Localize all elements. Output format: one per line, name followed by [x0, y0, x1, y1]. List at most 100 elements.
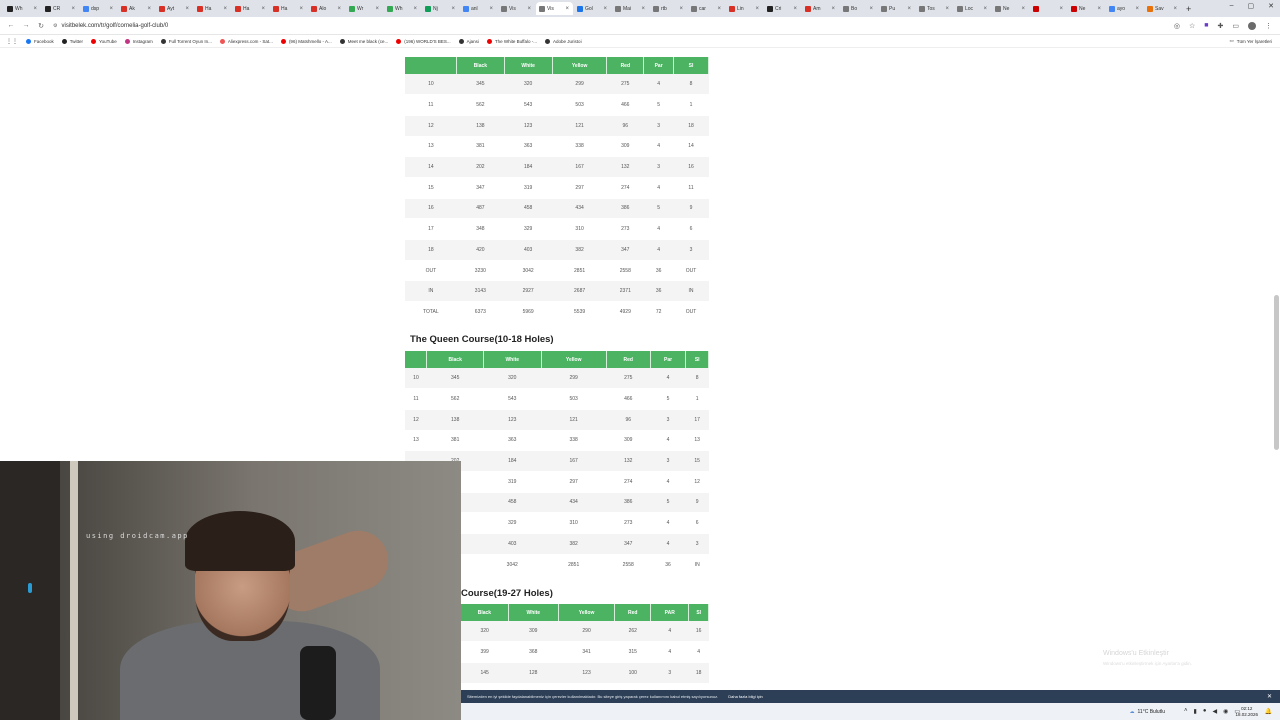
browser-tab[interactable]: anl × — [460, 2, 497, 15]
chevron-up-icon[interactable]: ˄ — [1184, 708, 1188, 715]
maximize-icon[interactable]: ▢ — [1248, 2, 1255, 10]
browser-tab[interactable]: Ne × — [992, 2, 1029, 15]
browser-tab[interactable]: Mai × — [612, 2, 649, 15]
bookmark-item[interactable]: Aliexpress.com - Sat... — [219, 38, 273, 44]
tab-close-icon[interactable]: × — [793, 6, 797, 12]
extension-icon[interactable]: ■ — [1204, 22, 1208, 29]
sidebar-icon[interactable]: ▭ — [1232, 22, 1239, 30]
tab-close-icon[interactable]: × — [603, 6, 607, 12]
notification-icon[interactable]: 🔔 — [1265, 708, 1272, 715]
tab-close-icon[interactable]: × — [641, 6, 645, 12]
browser-tab[interactable]: Tos × — [916, 2, 953, 15]
browser-tab[interactable]: Cri × — [764, 2, 801, 15]
tab-close-icon[interactable]: × — [1173, 6, 1177, 12]
browser-tab[interactable]: Ne × — [1068, 2, 1105, 15]
tab-close-icon[interactable]: × — [261, 6, 265, 12]
bookmark-item[interactable]: (196) WORLD'S BES... — [396, 38, 451, 44]
reload-icon[interactable]: ↻ — [37, 22, 45, 30]
tab-close-icon[interactable]: × — [147, 6, 151, 12]
bookmark-item[interactable]: (96) Matshmello - A... — [280, 38, 332, 44]
new-tab-button[interactable]: + — [1186, 4, 1191, 14]
bookmark-item[interactable]: Instagram — [124, 38, 153, 44]
site-info-icon[interactable]: ⚙ — [53, 23, 57, 29]
cookie-more-link[interactable]: Daha fazla bilgi için — [728, 694, 762, 699]
all-bookmarks[interactable]: ▭ Tüm Yer İşaretleri — [1229, 38, 1272, 44]
browser-tab[interactable]: CR × — [42, 2, 79, 15]
avatar[interactable] — [1248, 21, 1256, 30]
clock[interactable]: 02:12 18.02.2026 — [1235, 706, 1258, 718]
browser-tab[interactable]: Ayt × — [156, 2, 193, 15]
browser-tab[interactable]: Gol × — [574, 2, 611, 15]
bookmark-item[interactable]: Meet me black (ce... — [339, 38, 388, 44]
browser-tab[interactable]: ayo × — [1106, 2, 1143, 15]
tab-close-icon[interactable]: × — [717, 6, 721, 12]
browser-tab[interactable]: Ha × — [194, 2, 231, 15]
tab-close-icon[interactable]: × — [223, 6, 227, 12]
tab-close-icon[interactable]: × — [451, 6, 455, 12]
mic-icon[interactable]: ● — [1203, 708, 1207, 715]
browser-tab[interactable]: Ak × — [118, 2, 155, 15]
browser-tab[interactable]: Nj × — [422, 2, 459, 15]
tab-close-icon[interactable]: × — [527, 6, 531, 12]
menu-icon[interactable]: ⋮ — [1265, 22, 1272, 30]
weather-widget[interactable]: ☁ 11°C Bulutlu — [1130, 709, 1165, 715]
tab-close-icon[interactable]: × — [299, 6, 303, 12]
tab-close-icon[interactable]: × — [679, 6, 683, 12]
bookmark-item[interactable]: Full Torrent Oyun In... — [160, 38, 212, 44]
tab-close-icon[interactable]: × — [983, 6, 987, 12]
browser-tab[interactable]: Loc × — [954, 2, 991, 15]
browser-tab[interactable]: Wh × — [384, 2, 421, 15]
tab-close-icon[interactable]: × — [1097, 6, 1101, 12]
browser-tab[interactable]: Ha × — [270, 2, 307, 15]
tab-close-icon[interactable]: × — [1135, 6, 1139, 12]
browser-tab[interactable]: Ha × — [232, 2, 269, 15]
browser-tab[interactable]: Lin × — [726, 2, 763, 15]
tab-close-icon[interactable]: × — [945, 6, 949, 12]
tab-close-icon[interactable]: × — [869, 6, 873, 12]
browser-tab[interactable]: Alo × — [308, 2, 345, 15]
minimize-icon[interactable]: – — [1230, 2, 1234, 10]
tab-close-icon[interactable]: × — [109, 6, 113, 12]
bookmark-item[interactable]: Twitter — [61, 38, 83, 44]
bookmark-item[interactable]: YouTube — [91, 38, 117, 44]
browser-tab[interactable]: Pu × — [878, 2, 915, 15]
bookmark-item[interactable]: The White Buffalo -... — [486, 38, 537, 44]
browser-tab[interactable]: Sav × — [1144, 2, 1181, 15]
battery-icon[interactable]: ▮ — [1194, 708, 1197, 715]
bookmark-item[interactable]: Facebook — [26, 38, 54, 44]
tab-close-icon[interactable]: × — [71, 6, 75, 12]
tab-close-icon[interactable]: × — [831, 6, 835, 12]
tab-close-icon[interactable]: × — [907, 6, 911, 12]
browser-tab[interactable]: Bo × — [840, 2, 877, 15]
speaker-icon[interactable]: ◀ — [1212, 708, 1217, 715]
browser-tab[interactable]: Vis × — [536, 2, 573, 15]
tab-close-icon[interactable]: × — [489, 6, 493, 12]
browser-tab[interactable]: dsp × — [80, 2, 117, 15]
forward-icon[interactable]: → — [22, 22, 30, 29]
bookmark-item[interactable]: Ajansi — [458, 38, 479, 44]
puzzle-icon[interactable]: ✚ — [1218, 22, 1224, 30]
tab-close-icon[interactable]: × — [565, 6, 569, 12]
url-field[interactable]: ⚙ visitbelek.com/tr/golf/cornelia-golf-c… — [53, 23, 168, 29]
network-icon[interactable]: ◉ — [1223, 708, 1228, 715]
close-window-icon[interactable]: ✕ — [1268, 2, 1274, 10]
eye-off-icon[interactable]: ◎ — [1174, 22, 1180, 30]
tab-close-icon[interactable]: × — [337, 6, 341, 12]
browser-tab[interactable]: × — [1030, 2, 1067, 15]
browser-tab[interactable]: Am × — [802, 2, 839, 15]
star-icon[interactable]: ☆ — [1189, 22, 1195, 30]
bookmark-item[interactable]: Adobe Juristoi — [545, 38, 582, 44]
tab-close-icon[interactable]: × — [33, 6, 37, 12]
tab-close-icon[interactable]: × — [1059, 6, 1063, 12]
browser-tab[interactable]: Vis × — [498, 2, 535, 15]
page-scrollbar[interactable] — [1274, 295, 1279, 450]
browser-tab[interactable]: rtb × — [650, 2, 687, 15]
tab-close-icon[interactable]: × — [185, 6, 189, 12]
cookie-close-icon[interactable]: ✕ — [1267, 693, 1272, 700]
tab-close-icon[interactable]: × — [413, 6, 417, 12]
browser-tab[interactable]: Wr × — [346, 2, 383, 15]
tab-close-icon[interactable]: × — [755, 6, 759, 12]
tab-close-icon[interactable]: × — [1021, 6, 1025, 12]
apps-icon[interactable]: ⋮⋮ — [6, 38, 18, 45]
back-icon[interactable]: ← — [7, 22, 15, 29]
